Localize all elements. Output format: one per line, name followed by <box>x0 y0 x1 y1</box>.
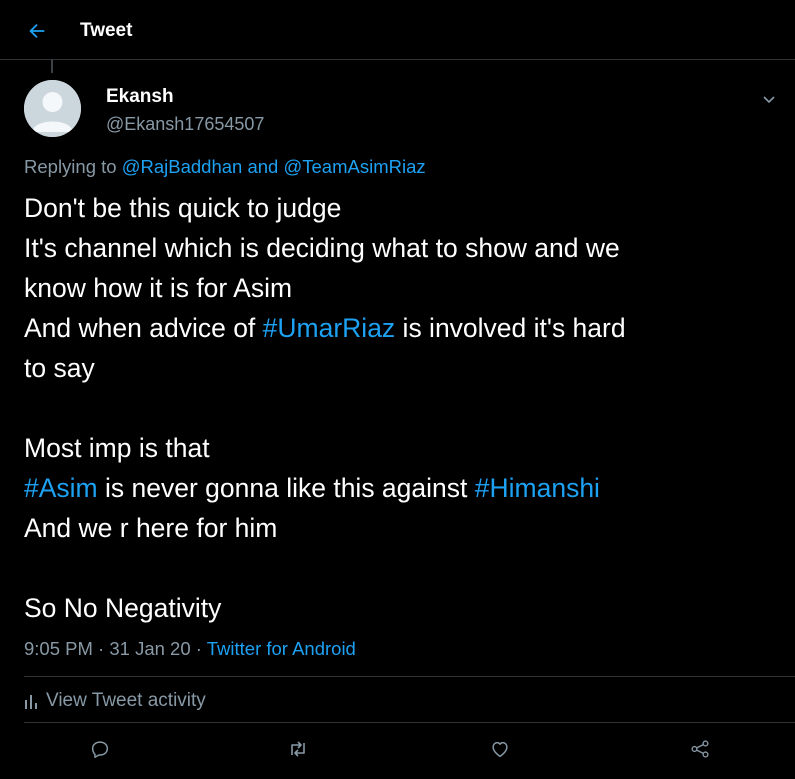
tweet-text-span: is never gonna like this against <box>97 473 475 503</box>
chevron-down-icon <box>763 96 775 104</box>
share-button[interactable] <box>687 736 713 762</box>
meta-separator: · <box>195 638 202 659</box>
retweet-icon <box>291 741 305 757</box>
reply-button[interactable] <box>87 736 113 762</box>
tweet-text-span: is involved it's hard <box>395 313 626 343</box>
hashtag-link[interactable]: #UmarRiaz <box>263 313 396 343</box>
view-tweet-activity-button[interactable]: View Tweet activity <box>24 690 206 712</box>
default-avatar-icon <box>24 80 81 137</box>
tweet-source-link[interactable]: Twitter for Android <box>207 638 356 659</box>
more-options-button[interactable] <box>758 88 780 110</box>
header-divider <box>0 59 795 60</box>
tweet-line: #Asim is never gonna like this against #… <box>24 468 784 508</box>
like-icon <box>492 741 508 758</box>
hashtag-link[interactable]: #Himanshi <box>475 473 600 503</box>
tweet-line: And we r here for him <box>24 513 278 543</box>
share-icon <box>691 740 709 758</box>
reply-user-link-2[interactable]: @TeamAsimRiaz <box>283 156 425 177</box>
hashtag-link[interactable]: #Asim <box>24 473 98 503</box>
tweet-line: Most imp is that <box>24 433 210 463</box>
tweet-time[interactable]: 9:05 PM <box>24 638 93 659</box>
tweet-line: to say <box>24 353 95 383</box>
view-tweet-activity-label: View Tweet activity <box>46 690 206 711</box>
like-button[interactable] <box>487 736 513 762</box>
tweet-text-span: And when advice of <box>24 313 263 343</box>
page-title: Tweet <box>80 20 133 41</box>
author-handle[interactable]: @Ekansh17654507 <box>106 114 264 135</box>
replying-to: Replying to @RajBaddhan and @TeamAsimRia… <box>24 156 426 178</box>
replying-prefix: Replying to <box>24 156 117 177</box>
meta-separator: · <box>98 638 105 659</box>
reply-icon <box>91 741 109 758</box>
reply-user-link-1[interactable]: @RajBaddhan <box>122 156 243 177</box>
tweet-date[interactable]: 31 Jan 20 <box>109 638 190 659</box>
bar-chart-icon <box>25 695 37 709</box>
author-display-name[interactable]: Ekansh <box>106 86 174 108</box>
activity-divider <box>24 722 795 723</box>
tweet-line: So No Negativity <box>24 593 222 623</box>
top-bar: Tweet <box>0 0 795 62</box>
retweet-button[interactable] <box>285 736 311 762</box>
thread-connector-line <box>51 59 53 73</box>
avatar[interactable] <box>24 80 81 137</box>
tweet-line: It's channel which is deciding what to s… <box>24 233 620 263</box>
replying-joiner: and <box>247 156 279 177</box>
meta-divider <box>24 676 795 677</box>
back-button[interactable] <box>20 14 54 48</box>
tweet-line: know how it is for Asim <box>24 273 293 303</box>
tweet-line: Don't be this quick to judge <box>24 193 342 223</box>
back-arrow-icon <box>29 23 45 39</box>
tweet-meta: 9:05 PM · 31 Jan 20 · Twitter for Androi… <box>24 638 356 660</box>
tweet-text: Don't be this quick to judge It's channe… <box>24 188 784 628</box>
tweet-line: And when advice of #UmarRiaz is involved… <box>24 308 784 348</box>
